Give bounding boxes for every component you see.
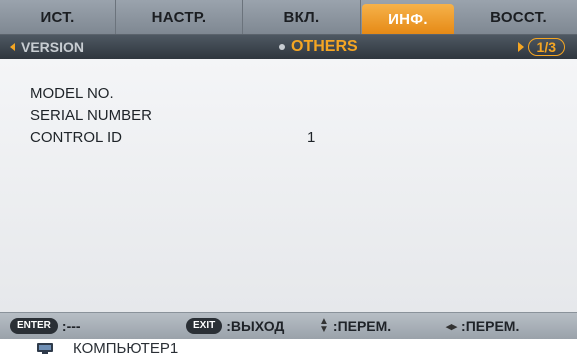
- input-source-label: КОМПЬЮТЕР1: [73, 340, 179, 357]
- enter-key-icon: ENTER: [10, 318, 58, 334]
- tab-label: ИНФ.: [388, 10, 428, 28]
- key-hint-bar: ENTER :--- EXIT :ВЫХОД ▲ ▼ :ПЕРЕМ. ◂▸ :ПЕ…: [0, 312, 577, 339]
- input-source-bar: КОМПЬЮТЕР1: [0, 339, 577, 358]
- exit-hint: EXIT :ВЫХОД: [186, 313, 284, 339]
- prev-page-button[interactable]: VERSION: [10, 35, 84, 59]
- arrow-left-icon: [10, 43, 15, 51]
- exit-key-icon: EXIT: [186, 318, 223, 334]
- tab-source[interactable]: ИСТ.: [0, 0, 116, 34]
- info-value: 1: [307, 129, 316, 146]
- tab-reset[interactable]: ВОССТ.: [460, 0, 577, 34]
- updown-hint: ▲ ▼ :ПЕРЕМ.: [319, 313, 391, 339]
- menu-tab-bar: ИСТ. НАСТР. ВКЛ. ИНФ. ВОССТ.: [0, 0, 577, 35]
- current-page-title: OTHERS: [279, 35, 358, 59]
- leftright-hint: ◂▸ :ПЕРЕМ.: [446, 313, 519, 339]
- tab-label: ИСТ.: [40, 8, 75, 26]
- current-page-label: OTHERS: [291, 38, 358, 55]
- arrow-right-icon: [517, 42, 524, 52]
- enter-hint: ENTER :---: [10, 313, 81, 339]
- tab-info[interactable]: ИНФ.: [362, 4, 454, 34]
- tab-setup[interactable]: НАСТР.: [116, 0, 243, 34]
- info-panel: MODEL NO. SERIAL NUMBER CONTROL ID 1: [0, 59, 577, 312]
- info-label: CONTROL ID: [30, 129, 122, 146]
- tab-label: ВОССТ.: [490, 8, 547, 26]
- enter-action-label: :---: [61, 318, 81, 334]
- tab-label: НАСТР.: [151, 8, 207, 26]
- bullet-icon: [279, 44, 285, 50]
- up-down-arrows-icon: ▲ ▼: [319, 316, 329, 335]
- page-indicator: 1/3: [527, 38, 565, 56]
- projector-osd-menu: ИСТ. НАСТР. ВКЛ. ИНФ. ВОССТ. VERSION OTH…: [0, 0, 577, 358]
- exit-action-label: :ВЫХОД: [226, 318, 285, 334]
- info-label: SERIAL NUMBER: [30, 107, 152, 124]
- tab-on[interactable]: ВКЛ.: [243, 0, 361, 34]
- computer-monitor-icon: [37, 343, 53, 354]
- tab-label: ВКЛ.: [283, 8, 320, 26]
- submenu-bar: VERSION OTHERS 1/3: [0, 35, 577, 59]
- next-page-button[interactable]: 1/3: [517, 35, 565, 59]
- left-right-arrows-icon: ◂▸: [446, 320, 458, 333]
- updown-action-label: :ПЕРЕМ.: [332, 318, 392, 334]
- info-label: MODEL NO.: [30, 85, 114, 102]
- prev-page-label: VERSION: [21, 39, 85, 55]
- leftright-action-label: :ПЕРЕМ.: [461, 318, 520, 334]
